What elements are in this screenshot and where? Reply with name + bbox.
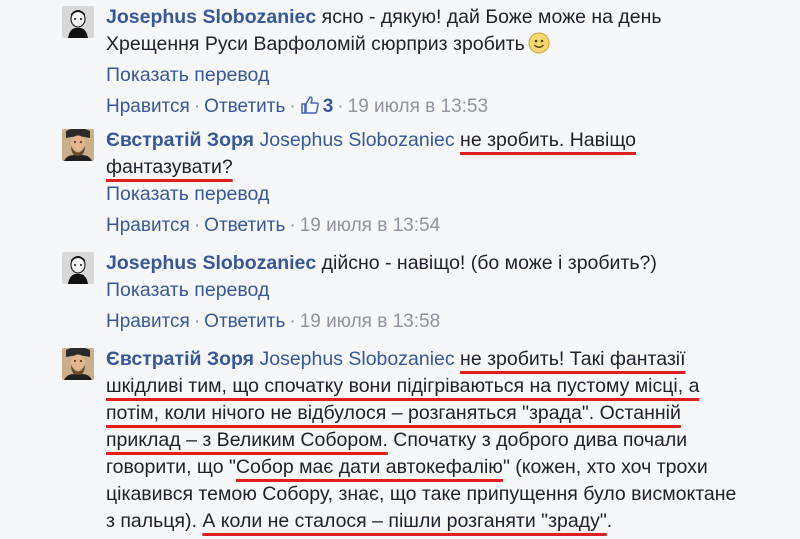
like-button[interactable]: Нравится [106,311,190,332]
thumbs-up-icon[interactable] [300,95,320,123]
avatar-josephus[interactable] [62,6,94,38]
comment-author[interactable]: Євстратій Зоря [106,129,254,151]
comment-actions: Нравится · Ответить · 3 · 19 июля в 13:53 [106,94,746,123]
avatar-evstratiy[interactable] [62,129,94,161]
avatar-evstratiy[interactable] [62,348,94,380]
reply-button[interactable]: Ответить [204,311,285,332]
comment-body: Євстратій Зоря Josephus Slobozaniec не з… [106,346,746,535]
show-translation-link[interactable]: Показать перевод [106,277,746,303]
comment-text: . [606,510,613,532]
comment-text: дійсно - навіщо! (бо може і зробить?) [321,252,657,274]
comment-text-highlighted: Собор має дати автокефалію [235,456,503,478]
comment-actions: Нравится · Ответить · 19 июля в 13:54 [106,215,441,236]
comment-timestamp[interactable]: 19 июля в 13:53 [348,96,488,117]
like-button[interactable]: Нравится [106,96,190,117]
comment-body: Josephus Slobozaniec дійсно - навіщо! (б… [106,250,746,335]
like-button[interactable]: Нравится [106,215,190,236]
show-translation-link[interactable]: Показать перевод [106,62,746,88]
show-translation-link[interactable]: Показать перевод [106,181,746,207]
comment-body: Євстратій Зоря Josephus Slobozaniec не з… [106,127,746,239]
comment-timestamp[interactable]: 19 июля в 13:54 [300,215,440,236]
comment-body: Josephus Slobozaniec ясно - дякую! дай Б… [106,4,746,123]
reply-button[interactable]: Ответить [204,215,285,236]
comment-actions: Нравится · Ответить · 19 июля в 13:58 [106,311,441,332]
avatar-josephus[interactable] [62,252,94,284]
reply-button[interactable]: Ответить [204,96,285,117]
mention-link[interactable]: Josephus Slobozaniec [259,348,454,370]
comment-timestamp[interactable]: 19 июля в 13:58 [300,311,440,332]
mention-link[interactable]: Josephus Slobozaniec [259,129,454,151]
comment-text-highlighted: А коли не сталося – пішли розганяти "зра… [202,510,607,532]
smile-emoji-icon [528,32,550,62]
comment-author[interactable]: Євстратій Зоря [106,348,254,370]
comment-author[interactable]: Josephus Slobozaniec [106,252,316,274]
like-count[interactable]: 3 [323,96,334,117]
comment-author[interactable]: Josephus Slobozaniec [106,6,316,28]
